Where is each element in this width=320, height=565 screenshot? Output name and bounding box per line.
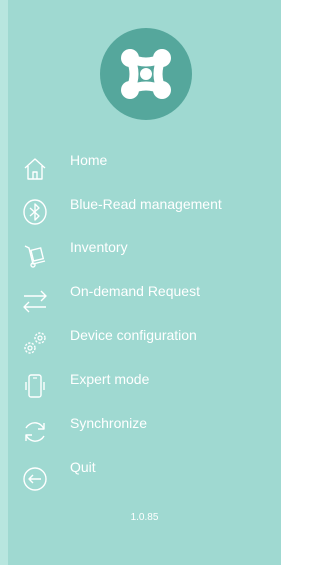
menu-item-label: Home [70,152,108,168]
menu-item-label: Blue-Read management [70,196,222,212]
hand-truck-icon [24,245,46,268]
menu-item-label: Synchronize [70,415,148,431]
phone-icon [25,374,45,398]
gears-icon [24,332,46,354]
menu-item-label: Quit [70,459,96,475]
navigation-drawer: Home Blue-Read management Inventory On-d… [8,0,281,565]
x-logo-icon [121,49,171,99]
app-logo [100,28,192,120]
menu-item-label: Expert mode [70,371,150,387]
menu-item-label: On-demand Request [70,283,200,299]
quit-icon [23,467,47,491]
transfer-arrows-icon [23,290,47,313]
menu-item-label: Inventory [70,239,128,255]
drawer-edge [0,0,8,565]
sync-icon [25,422,45,442]
app-version: 1.0.85 [130,512,159,523]
home-icon [24,158,46,180]
bluetooth-icon [23,199,47,225]
menu-item-label: Device configuration [70,327,197,343]
